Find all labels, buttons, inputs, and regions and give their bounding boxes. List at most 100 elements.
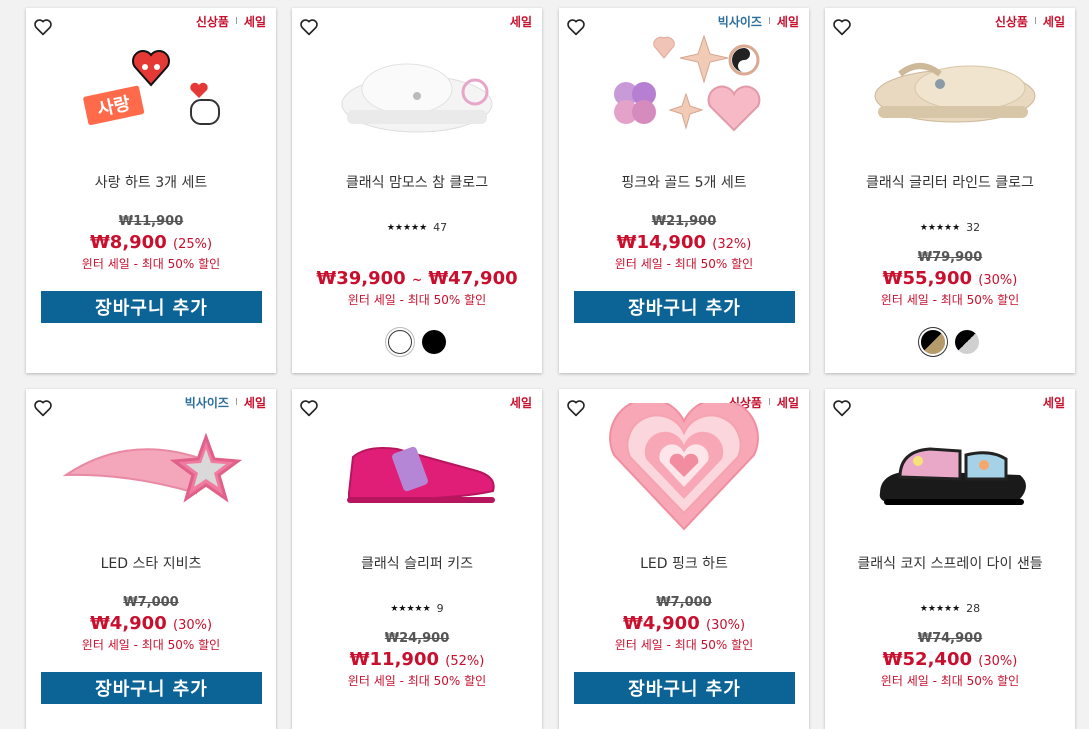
sale-price-value: ₩8,900 <box>89 232 167 253</box>
product-image[interactable] <box>292 411 542 529</box>
promo-text: 윈터 세일 - 최대 50% 할인 <box>614 638 754 652</box>
product-card[interactable]: 빅사이즈 I 세일 핑크와 골드 5개 세트 ₩21,900 ₩14,900 ( <box>559 8 809 373</box>
promo-text: 윈터 세일 - 최대 50% 할인 <box>81 638 221 652</box>
discount-percent: (30%) <box>978 654 1018 669</box>
product-card[interactable]: 세일 클래식 코지 스프레이 다이 샌들 ★★★★★ 28 ₩74,900 ₩5… <box>825 389 1075 729</box>
rating-count: 32 <box>966 221 981 234</box>
sale-price: ₩4,900 (30%) <box>559 613 809 634</box>
product-image[interactable]: 사랑 <box>26 30 276 148</box>
discount-percent: (32%) <box>712 237 752 252</box>
product-card[interactable]: 신상품 I 세일 클래식 글리터 라인드 클로그 ★★★★★ 32 ₩79,90… <box>825 8 1075 373</box>
original-price: ₩11,900 <box>118 214 184 229</box>
sale-price-value: ₩4,900 <box>89 613 167 634</box>
sale-price-value: ₩14,900 <box>616 232 706 253</box>
badge-separator: I <box>234 397 238 408</box>
badge-sale: 세일 <box>509 396 532 410</box>
badge-sale: 세일 <box>509 15 532 29</box>
product-name[interactable]: 클래식 코지 스프레이 다이 샌들 <box>825 553 1075 573</box>
badge-separator: I <box>767 16 771 27</box>
product-name[interactable]: 클래식 글리터 라인드 클로그 <box>825 172 1075 192</box>
discount-percent: (30%) <box>173 618 213 633</box>
product-name[interactable]: 클래식 맘모스 참 클로그 <box>292 172 542 192</box>
rating-count: 9 <box>436 602 444 615</box>
badge-new: 신상품 <box>994 15 1028 29</box>
sale-price-value: ₩11,900 <box>349 649 439 670</box>
badge-sale: 세일 <box>243 15 266 29</box>
sale-price: ₩4,900 (30%) <box>26 613 276 634</box>
swatch-black[interactable] <box>422 330 446 354</box>
product-grid: 신상품 I 세일 사랑 사랑 하트 3개 세트 ₩11,900 ₩8,900 (… <box>0 0 1089 729</box>
badge-sale: 세일 <box>1042 396 1065 410</box>
product-image[interactable] <box>292 30 542 148</box>
price-range-separator: ~ <box>411 273 423 287</box>
original-price: ₩79,900 <box>917 250 983 265</box>
rating: ★★★★★ 9 <box>292 602 542 615</box>
badge-new: 신상품 <box>195 15 229 29</box>
discount-percent: (30%) <box>706 618 746 633</box>
add-to-cart-button[interactable]: 장바구니 추가 <box>41 672 262 704</box>
sale-price: ₩8,900 (25%) <box>26 232 276 253</box>
sale-price: ₩11,900 (52%) <box>292 649 542 670</box>
swatch-black-gold[interactable] <box>921 330 945 354</box>
sale-price: ₩14,900 (32%) <box>559 232 809 253</box>
add-to-cart-button[interactable]: 장바구니 추가 <box>574 291 795 323</box>
promo-text: 윈터 세일 - 최대 50% 할인 <box>81 257 221 271</box>
promo-text: 윈터 세일 - 최대 50% 할인 <box>347 674 487 688</box>
original-price: ₩21,900 <box>651 214 717 229</box>
rating: ★★★★★ 47 <box>292 221 542 234</box>
rating-count: 28 <box>966 602 981 615</box>
rating: ★★★★★ 28 <box>825 602 1075 615</box>
product-card[interactable]: 신상품 I 세일 LED 핑크 하트 ₩7,000 ₩4,900 (30%) 윈… <box>559 389 809 729</box>
badges: 빅사이즈 I 세일 <box>718 13 799 30</box>
color-swatches <box>825 330 1075 354</box>
product-card[interactable]: 신상품 I 세일 사랑 사랑 하트 3개 세트 ₩11,900 ₩8,900 (… <box>26 8 276 373</box>
product-name[interactable]: 클래식 슬리퍼 키즈 <box>292 553 542 573</box>
promo-text: 윈터 세일 - 최대 50% 할인 <box>614 257 754 271</box>
original-price: ₩7,000 <box>656 595 712 610</box>
product-card[interactable]: 세일 클래식 슬리퍼 키즈 ★★★★★ 9 ₩24,900 ₩11,900 (5… <box>292 389 542 729</box>
product-image[interactable] <box>559 403 809 533</box>
product-image[interactable] <box>825 411 1075 529</box>
sale-price-value: ₩55,900 <box>882 268 972 289</box>
promo-text: 윈터 세일 - 최대 50% 할인 <box>880 293 1020 307</box>
star-icon: ★★★★★ <box>919 603 961 614</box>
product-name[interactable]: LED 핑크 하트 <box>559 553 809 573</box>
add-to-cart-button[interactable]: 장바구니 추가 <box>41 291 262 323</box>
original-price: ₩74,900 <box>917 631 983 646</box>
swatch-white[interactable] <box>388 330 412 354</box>
sale-price-value: ₩4,900 <box>622 613 700 634</box>
badge-sale: 세일 <box>776 15 799 29</box>
badge-sale: 세일 <box>1042 15 1065 29</box>
badges: 신상품 I 세일 <box>196 13 266 30</box>
discount-percent: (52%) <box>445 654 485 669</box>
badges: 신상품 I 세일 <box>995 13 1065 30</box>
product-name[interactable]: 핑크와 골드 5개 세트 <box>559 172 809 192</box>
badge-separator: I <box>234 16 238 27</box>
badge-sale: 세일 <box>243 396 266 410</box>
star-icon: ★★★★★ <box>386 222 428 233</box>
discount-percent: (25%) <box>173 237 213 252</box>
badges: 세일 <box>510 394 532 411</box>
product-name[interactable]: 사랑 하트 3개 세트 <box>26 172 276 192</box>
swatch-silver[interactable] <box>955 330 979 354</box>
sale-price: ₩39,900 ~ ₩47,900 <box>292 268 542 289</box>
product-image[interactable] <box>26 411 276 529</box>
price-low: ₩39,900 <box>316 268 406 289</box>
price-high: ₩47,900 <box>428 268 518 289</box>
original-price: ₩7,000 <box>123 595 179 610</box>
add-to-cart-button[interactable]: 장바구니 추가 <box>574 672 795 704</box>
original-price: ₩24,900 <box>384 631 450 646</box>
badge-bigsize: 빅사이즈 <box>184 396 229 410</box>
product-image[interactable] <box>825 30 1075 148</box>
sale-price-value: ₩52,400 <box>882 649 972 670</box>
badges: 세일 <box>1043 394 1065 411</box>
promo-text: 윈터 세일 - 최대 50% 할인 <box>347 293 487 307</box>
product-name[interactable]: LED 스타 지비츠 <box>26 553 276 573</box>
color-swatches <box>292 330 542 354</box>
product-image[interactable] <box>559 30 809 148</box>
product-card[interactable]: 세일 클래식 맘모스 참 클로그 ★★★★★ 47 ₩39,900 ~ ₩47,… <box>292 8 542 373</box>
rating-count: 47 <box>433 221 448 234</box>
rating: ★★★★★ 32 <box>825 221 1075 234</box>
sale-price: ₩55,900 (30%) <box>825 268 1075 289</box>
product-card[interactable]: 빅사이즈 I 세일 LED 스타 지비츠 ₩7,000 ₩4,900 (30%)… <box>26 389 276 729</box>
